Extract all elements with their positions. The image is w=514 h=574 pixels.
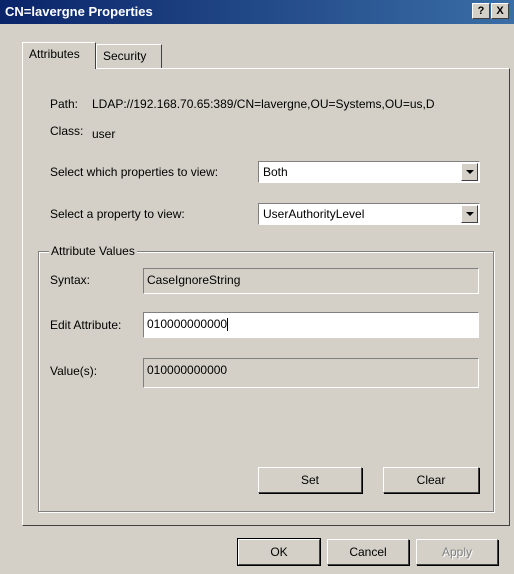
syntax-value: CaseIgnoreString <box>147 273 241 287</box>
chevron-down-icon[interactable] <box>461 163 478 181</box>
help-button[interactable]: ? <box>472 3 490 19</box>
apply-button[interactable]: Apply <box>416 539 498 565</box>
clear-button[interactable]: Clear <box>383 467 479 493</box>
class-label: Class: <box>50 124 84 138</box>
syntax-field: CaseIgnoreString <box>143 268 479 294</box>
attribute-values-legend: Attribute Values <box>49 244 137 258</box>
select-property-label: Select a property to view: <box>50 207 185 221</box>
tab-security-label: Security <box>103 49 147 63</box>
tab-security[interactable]: Security <box>96 44 162 68</box>
properties-view-select[interactable]: Both <box>258 161 480 183</box>
cancel-button[interactable]: Cancel <box>327 539 409 565</box>
tab-attributes[interactable]: Attributes <box>22 42 96 69</box>
tab-attributes-label: Attributes <box>29 47 80 61</box>
edit-attribute-label: Edit Attribute: <box>50 318 122 332</box>
window-title: CN=lavergne Properties <box>5 4 153 19</box>
title-bar: CN=lavergne Properties ? X <box>0 0 514 24</box>
property-select-value: UserAuthorityLevel <box>263 207 365 221</box>
property-select[interactable]: UserAuthorityLevel <box>258 203 480 225</box>
class-value: user <box>92 127 116 141</box>
edit-attribute-value: 010000000000 <box>147 317 228 331</box>
path-label: Path: <box>50 97 79 111</box>
close-button[interactable]: X <box>491 3 509 19</box>
values-value: 010000000000 <box>147 363 228 377</box>
values-label: Value(s): <box>50 364 98 378</box>
chevron-down-icon[interactable] <box>461 205 478 223</box>
edit-attribute-input[interactable]: 010000000000 <box>143 312 479 338</box>
properties-view-value: Both <box>263 165 288 179</box>
text-caret <box>227 318 229 332</box>
path-value: LDAP://192.168.70.65:389/CN=lavergne,OU=… <box>92 97 435 111</box>
set-button[interactable]: Set <box>258 467 362 493</box>
values-field: 010000000000 <box>143 358 479 388</box>
ok-button[interactable]: OK <box>237 538 321 566</box>
syntax-label: Syntax: <box>50 273 91 287</box>
select-properties-label: Select which properties to view: <box>50 165 219 179</box>
